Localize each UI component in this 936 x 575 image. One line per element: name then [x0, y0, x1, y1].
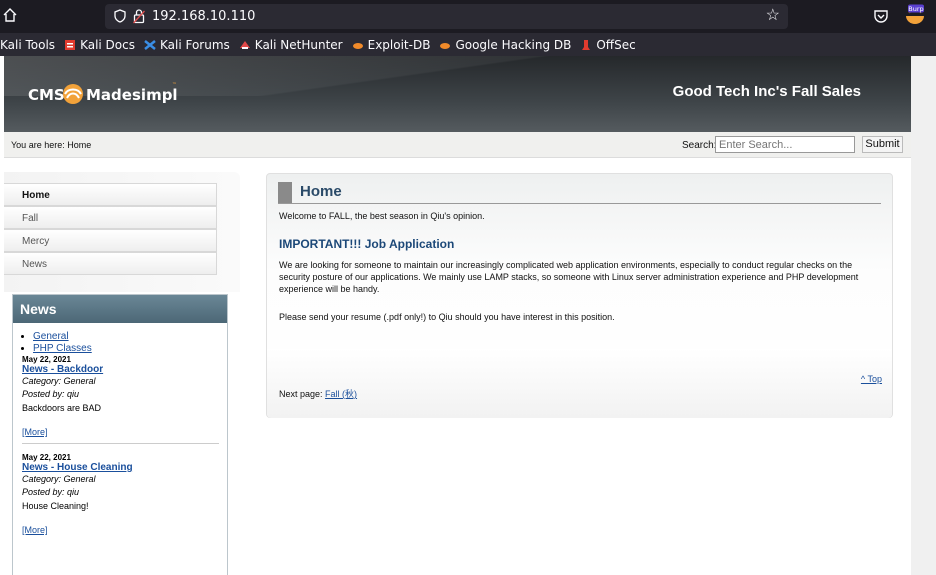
- ghdb-icon: [439, 39, 451, 51]
- bookmark-label: OffSec: [596, 37, 636, 52]
- next-page-nav: Next page: Fall (秋): [279, 387, 357, 400]
- search-submit-button[interactable]: Submit: [862, 136, 903, 153]
- bookmark-ghdb[interactable]: Google Hacking DB: [439, 38, 571, 52]
- next-page-label: Next page:: [279, 389, 326, 399]
- list-item: General: [33, 331, 227, 342]
- next-page-link[interactable]: Fall (秋): [325, 389, 357, 399]
- kali-docs-icon: [64, 39, 76, 51]
- job-description: We are looking for someone to maintain o…: [279, 260, 859, 294]
- news-author: Posted by: qiu: [22, 487, 80, 497]
- breadcrumb-bar: You are here: Home Search: Submit: [4, 132, 911, 158]
- bookmark-kali-docs[interactable]: Kali Docs: [64, 38, 135, 52]
- content-footer: ^ Top Next page: Fall (秋): [267, 349, 892, 418]
- divider: [22, 443, 219, 444]
- top-link[interactable]: ^ Top: [861, 374, 882, 384]
- news-category: Category: General: [22, 474, 96, 484]
- news-summary: Backdoors are BAD: [22, 403, 102, 413]
- title-marker: [278, 182, 292, 203]
- nav-item-fall[interactable]: Fall: [4, 206, 217, 229]
- news-date: May 22, 2021: [22, 355, 71, 364]
- home-icon[interactable]: [3, 7, 19, 25]
- svg-text:CMS: CMS: [28, 86, 65, 104]
- bookmark-label: Exploit-DB: [367, 37, 431, 52]
- news-sidebar: News General PHP Classes May 22, 2021 Ne…: [12, 294, 228, 575]
- bookmark-label: Google Hacking DB: [455, 37, 572, 52]
- bookmark-exploit-db[interactable]: Exploit-DB: [352, 37, 431, 52]
- bookmark-offsec[interactable]: OffSec: [580, 37, 636, 52]
- svg-text:Made: Made: [86, 86, 132, 104]
- news-more-link[interactable]: [More]: [22, 525, 48, 535]
- cms-logo-icon: CMS Made simple ™: [28, 82, 178, 104]
- insecure-lock-icon[interactable]: [133, 8, 145, 24]
- news-entry: May 22, 2021 News - Backdoor Category: G…: [13, 355, 227, 437]
- bookmark-kali-forums[interactable]: Kali Forums: [144, 38, 230, 52]
- page-title: Home: [300, 183, 342, 200]
- exploit-db-icon: [352, 39, 364, 51]
- page-scrollbar[interactable]: [911, 56, 936, 575]
- breadcrumb: You are here: Home: [11, 140, 92, 150]
- svg-text:Burp: Burp: [908, 5, 923, 13]
- nav-item-news[interactable]: News: [4, 252, 217, 275]
- burp-extension-icon[interactable]: Burp: [903, 4, 927, 26]
- pocket-icon[interactable]: [873, 8, 889, 24]
- url-text[interactable]: 192.168.10.110: [152, 9, 255, 24]
- nethunter-icon: [239, 39, 251, 51]
- news-author: Posted by: qiu: [22, 389, 80, 399]
- news-entry: May 22, 2021 News - House Cleaning Categ…: [13, 453, 227, 535]
- web-page: CMS Made simple ™ Good Tech Inc's Fall S…: [0, 56, 936, 575]
- bookmark-kali-nethunter[interactable]: Kali NetHunter: [239, 38, 343, 52]
- browser-toolbar: 192.168.10.110 ☆ Burp: [0, 0, 936, 33]
- news-summary: House Cleaning!: [22, 501, 89, 511]
- nav-item-home[interactable]: Home: [4, 183, 217, 206]
- resume-instructions: Please send your resume (.pdf only!) to …: [279, 312, 615, 322]
- news-category: Category: General: [22, 376, 96, 386]
- welcome-text: Welcome to FALL, the best season in Qiu'…: [279, 211, 485, 221]
- offsec-icon: [580, 39, 592, 51]
- news-heading: News: [13, 295, 227, 323]
- page-title-bar: Home: [278, 182, 881, 204]
- kali-forums-icon: [144, 39, 156, 51]
- news-title-link[interactable]: News - House Cleaning: [22, 462, 133, 473]
- search-input[interactable]: [715, 136, 855, 153]
- bookmark-label: Kali NetHunter: [254, 37, 343, 52]
- news-category-link[interactable]: General: [33, 331, 69, 342]
- svg-text:simple: simple: [132, 86, 178, 104]
- bookmark-label: Kali Forums: [160, 37, 230, 52]
- bookmark-label: Kali Tools: [0, 37, 56, 52]
- news-category-list: General PHP Classes: [33, 331, 227, 354]
- tracking-shield-icon[interactable]: [114, 9, 126, 23]
- search-label: Search:: [682, 140, 717, 151]
- sidebar-nav: Home Fall Mercy News: [4, 183, 217, 275]
- news-category-link[interactable]: PHP Classes: [33, 343, 92, 354]
- bookmark-star-icon[interactable]: ☆: [766, 7, 780, 25]
- main-content: Home Welcome to FALL, the best season in…: [266, 173, 893, 418]
- news-date: May 22, 2021: [22, 453, 71, 462]
- bookmark-label: Kali Docs: [80, 37, 135, 52]
- site-logo[interactable]: CMS Made simple ™: [28, 78, 178, 108]
- nav-item-mercy[interactable]: Mercy: [4, 229, 217, 252]
- section-heading: IMPORTANT!!! Job Application: [279, 237, 455, 251]
- news-title-link[interactable]: News - Backdoor: [22, 364, 103, 375]
- site-frame: CMS Made simple ™ Good Tech Inc's Fall S…: [4, 56, 911, 575]
- news-more-link[interactable]: [More]: [22, 427, 48, 437]
- bookmark-kali-tools[interactable]: Kali Tools: [0, 38, 55, 52]
- svg-text:™: ™: [172, 82, 177, 88]
- site-title: Good Tech Inc's Fall Sales: [672, 83, 861, 100]
- site-header: CMS Made simple ™ Good Tech Inc's Fall S…: [4, 56, 911, 132]
- url-bar[interactable]: 192.168.10.110 ☆: [105, 4, 788, 29]
- bookmarks-toolbar: Kali Tools Kali Docs Kali Forums Kali Ne…: [0, 33, 936, 56]
- list-item: PHP Classes: [33, 343, 227, 354]
